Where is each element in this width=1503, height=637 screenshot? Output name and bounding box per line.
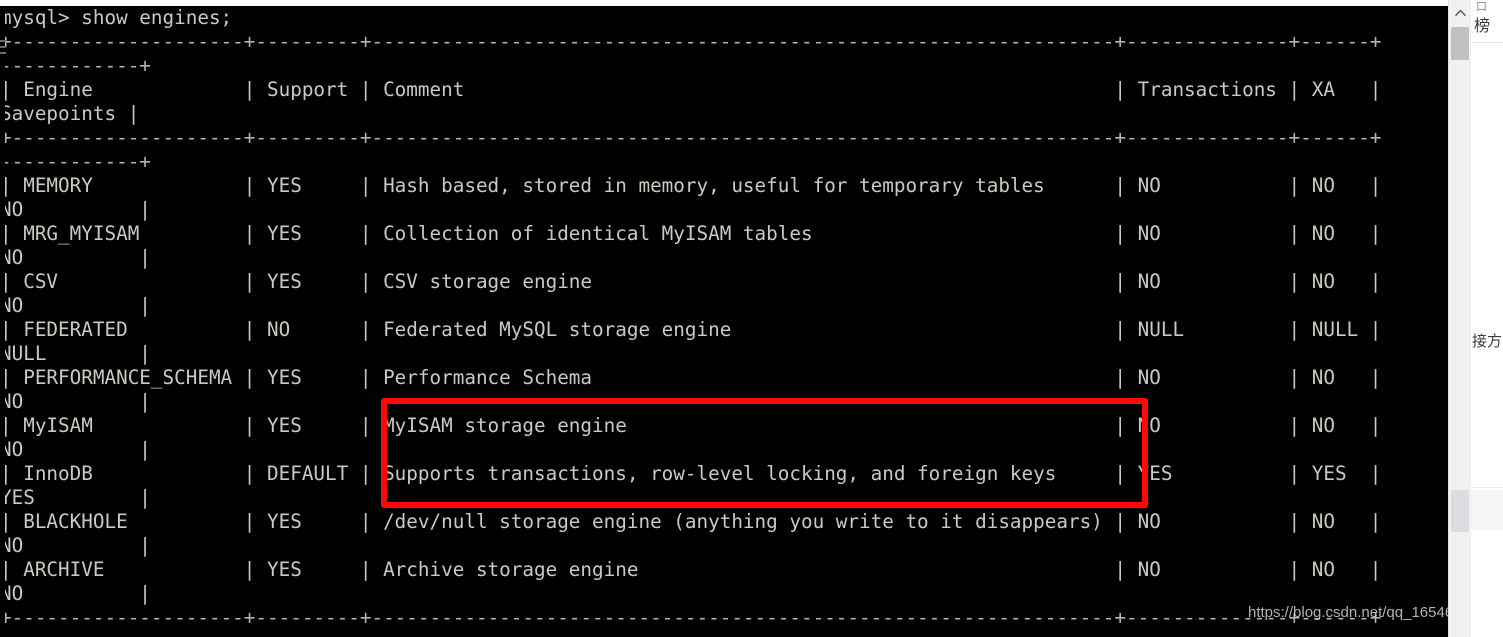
- terminal-line: | BLACKHOLE | YES | /dev/null storage en…: [0, 510, 1382, 533]
- terminal-line: | FEDERATED | NO | Federated MySQL stora…: [0, 318, 1382, 341]
- terminal-line: mysql> show engines;: [0, 6, 233, 29]
- terminal-line: +--------------------+---------+--------…: [0, 126, 1382, 149]
- page-scrollbar[interactable]: [1448, 0, 1471, 637]
- terminal-line: | ARCHIVE | YES | Archive storage engine…: [0, 558, 1382, 581]
- terminal-line: Savepoints |: [0, 102, 140, 125]
- terminal-window[interactable]: mysql> show engines; +-------------------…: [0, 6, 1448, 637]
- terminal-line: NO |: [0, 198, 151, 221]
- terminal-output: mysql> show engines; +-------------------…: [0, 6, 1381, 630]
- side-panel-card[interactable]: [1471, 490, 1503, 530]
- terminal-line: NO |: [0, 438, 151, 461]
- chevron-up-icon[interactable]: [1449, 2, 1471, 24]
- terminal-line: NO |: [0, 534, 151, 557]
- terminal-line: NO |: [0, 246, 151, 269]
- terminal-line: | PERFORMANCE_SCHEMA | YES | Performance…: [0, 366, 1382, 389]
- side-panel-divider-top: [1471, 42, 1503, 43]
- terminal-line: NULL |: [0, 342, 151, 365]
- side-panel-link-glyph[interactable]: 接方: [1472, 330, 1502, 351]
- terminal-line: +--------------------+---------+--------…: [0, 30, 1382, 53]
- terminal-line: | MRG_MYISAM | YES | Collection of ident…: [0, 222, 1382, 245]
- terminal-line: | Engine | Support | Comment | Transacti…: [0, 78, 1382, 101]
- terminal-left-gutter: [0, 6, 6, 637]
- terminal-line: | InnoDB | DEFAULT | Supports transactio…: [0, 462, 1382, 485]
- side-panel-divider-bottom: [1471, 487, 1503, 488]
- terminal-line: NO |: [0, 582, 151, 605]
- terminal-line: | MyISAM | YES | MyISAM storage engine |…: [0, 414, 1382, 437]
- terminal-line: | MEMORY | YES | Hash based, stored in m…: [0, 174, 1382, 197]
- terminal-line: | CSV | YES | CSV storage engine | NO | …: [0, 270, 1382, 293]
- page-side-panel: 口 榜 接方: [1471, 0, 1503, 637]
- terminal-line: NO |: [0, 294, 151, 317]
- blog-watermark: https://blog.csdn.net/qq_16546235: [1248, 604, 1479, 621]
- side-panel-heading-glyph[interactable]: 榜: [1474, 12, 1490, 36]
- terminal-line: +--------------------+---------+--------…: [0, 606, 1382, 629]
- terminal-line: ------------+: [0, 54, 151, 77]
- scrollbar-thumb[interactable]: [1451, 27, 1469, 60]
- terminal-line: NO |: [0, 390, 151, 413]
- scrollbar-secondary-thumb[interactable]: [1451, 490, 1469, 532]
- terminal-line: ------------+: [0, 150, 151, 173]
- screenshot-root: mysql> show engines; +-------------------…: [0, 0, 1503, 637]
- terminal-line: YES |: [0, 486, 151, 509]
